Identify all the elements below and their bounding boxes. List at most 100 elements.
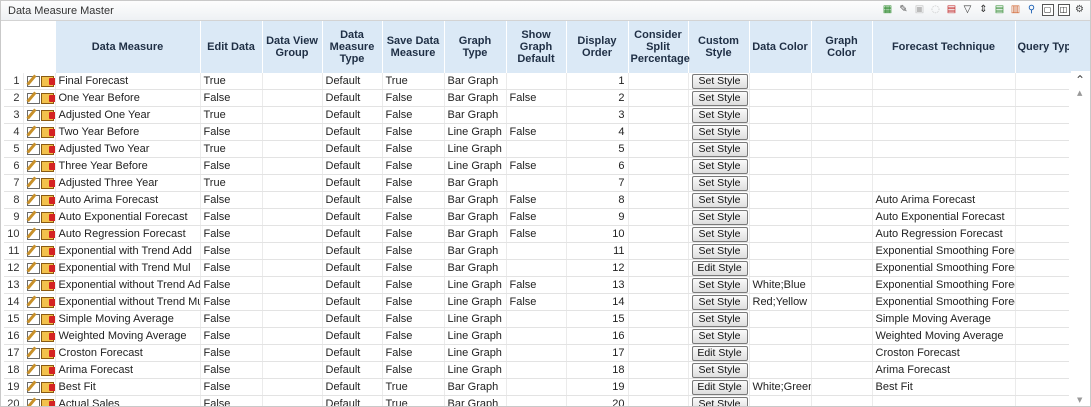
table-row[interactable]: 5 Adjusted Two Year True Default False Line G… [4,140,1069,158]
delete-row-icon[interactable] [40,245,54,257]
data-view-group-cell[interactable] [262,293,323,311]
consider-split-cell[interactable] [628,378,689,396]
table-row[interactable]: 17 Croston Forecast False Default False Line … [4,344,1069,362]
custom-style-button[interactable]: Set Style [691,90,748,106]
forecast-technique-cell[interactable]: Exponential Smoothing Forecast [872,276,1016,294]
data-view-group-cell[interactable] [262,174,323,192]
custom-style-button[interactable]: Set Style [691,243,748,259]
custom-style-button[interactable]: Set Style [691,192,748,208]
table-row[interactable]: 20 Actual Sales False Default True Bar Graph 2… [4,395,1069,406]
table-row[interactable]: 2 One Year Before False Default False Bar Gra… [4,89,1069,107]
consider-split-cell[interactable] [628,140,689,158]
graph-type-cell[interactable]: Bar Graph [444,225,507,243]
edit-data-cell[interactable]: False [200,259,263,277]
data-color-cell[interactable] [749,310,812,328]
graph-type-cell[interactable]: Line Graph [444,276,507,294]
custom-style-button[interactable]: Edit Style [691,260,748,276]
forecast-technique-cell[interactable]: Best Fit [872,378,1016,396]
display-order-cell[interactable]: 10 [566,225,629,243]
forecast-technique-cell[interactable] [872,395,1016,406]
delete-icon[interactable]: ▤ [945,3,958,16]
query-type-cell[interactable] [1015,174,1069,192]
graph-type-cell[interactable]: Line Graph [444,310,507,328]
edit-data-cell[interactable]: False [200,344,263,362]
data-color-cell[interactable] [749,395,812,406]
data-measure-cell[interactable]: Exponential without Trend Mul [55,293,201,311]
data-view-group-cell[interactable] [262,344,323,362]
show-graph-default-cell[interactable]: False [506,276,567,294]
consider-split-cell[interactable] [628,259,689,277]
custom-style-button[interactable]: Edit Style [691,379,748,395]
edit-row-icon[interactable] [26,262,40,274]
query-type-cell[interactable] [1015,123,1069,141]
forecast-technique-cell[interactable]: Exponential Smoothing Forecast [872,293,1016,311]
save-data-measure-cell[interactable]: False [382,89,445,107]
forecast-technique-cell[interactable]: Auto Exponential Forecast [872,208,1016,226]
table-row[interactable]: 14 Exponential without Trend Mul False Defa… [4,293,1069,311]
data-color-cell[interactable] [749,157,812,175]
save-data-measure-cell[interactable]: False [382,106,445,124]
delete-row-icon[interactable] [40,126,54,138]
forecast-technique-cell[interactable] [872,73,1016,90]
edit-row-icon[interactable] [26,364,40,376]
save-data-measure-cell[interactable]: True [382,378,445,396]
show-graph-default-cell[interactable]: False [506,293,567,311]
show-graph-default-cell[interactable] [506,361,567,379]
column-header-custom-style[interactable]: Custom Style [688,21,750,73]
data-measure-type-cell[interactable]: Default [322,259,383,277]
graph-color-cell[interactable] [811,174,873,192]
query-type-cell[interactable] [1015,344,1069,362]
consider-split-cell[interactable] [628,293,689,311]
delete-row-icon[interactable] [40,143,54,155]
forecast-technique-cell[interactable] [872,123,1016,141]
graph-type-cell[interactable]: Bar Graph [444,242,507,260]
data-measure-cell[interactable]: Weighted Moving Average [55,327,201,345]
graph-color-cell[interactable] [811,259,873,277]
data-measure-type-cell[interactable]: Default [322,361,383,379]
edit-row-icon[interactable] [26,211,40,223]
data-measure-type-cell[interactable]: Default [322,174,383,192]
delete-row-icon[interactable] [40,211,54,223]
delete-row-icon[interactable] [40,262,54,274]
save-data-measure-cell[interactable]: True [382,73,445,90]
delete-row-icon[interactable] [40,398,54,406]
graph-color-cell[interactable] [811,276,873,294]
graph-type-cell[interactable]: Bar Graph [444,378,507,396]
graph-type-cell[interactable]: Line Graph [444,344,507,362]
save-data-measure-cell[interactable]: False [382,344,445,362]
consider-split-cell[interactable] [628,310,689,328]
edit-row-icon[interactable] [26,296,40,308]
graph-type-cell[interactable]: Line Graph [444,293,507,311]
delete-row-icon[interactable] [40,347,54,359]
data-measure-cell[interactable]: Auto Arima Forecast [55,191,201,209]
data-measure-cell[interactable]: Exponential with Trend Add [55,242,201,260]
column-header-save-data-measure[interactable]: Save Data Measure [382,21,445,73]
display-order-cell[interactable]: 16 [566,327,629,345]
custom-style-button[interactable]: Set Style [691,175,748,191]
consider-split-cell[interactable] [628,225,689,243]
show-graph-default-cell[interactable]: False [506,157,567,175]
forecast-technique-cell[interactable] [872,89,1016,107]
consider-split-cell[interactable] [628,395,689,406]
forecast-technique-cell[interactable]: Exponential Smoothing Forecast [872,242,1016,260]
display-order-cell[interactable]: 6 [566,157,629,175]
table-row[interactable]: 12 Exponential with Trend Mul False Default… [4,259,1069,277]
save-data-measure-cell[interactable]: False [382,157,445,175]
table-row[interactable]: 8 Auto Arima Forecast False Default False Bar… [4,191,1069,209]
forecast-technique-cell[interactable] [872,140,1016,158]
data-view-group-cell[interactable] [262,140,323,158]
forecast-technique-cell[interactable]: Simple Moving Average [872,310,1016,328]
delete-row-icon[interactable] [40,228,54,240]
edit-row-icon[interactable] [26,92,40,104]
data-measure-type-cell[interactable]: Default [322,106,383,124]
consider-split-cell[interactable] [628,89,689,107]
table-row[interactable]: 15 Simple Moving Average False Default False… [4,310,1069,328]
table-row[interactable]: 3 Adjusted One Year True Default False Bar Gr… [4,106,1069,124]
consider-split-cell[interactable] [628,157,689,175]
data-view-group-cell[interactable] [262,106,323,124]
edit-data-cell[interactable]: True [200,174,263,192]
data-measure-cell[interactable]: Auto Regression Forecast [55,225,201,243]
table-row[interactable]: 18 Arima Forecast False Default False Line Gr… [4,361,1069,379]
table-row[interactable]: 11 Exponential with Trend Add False Default… [4,242,1069,260]
custom-style-button[interactable]: Set Style [691,396,748,406]
